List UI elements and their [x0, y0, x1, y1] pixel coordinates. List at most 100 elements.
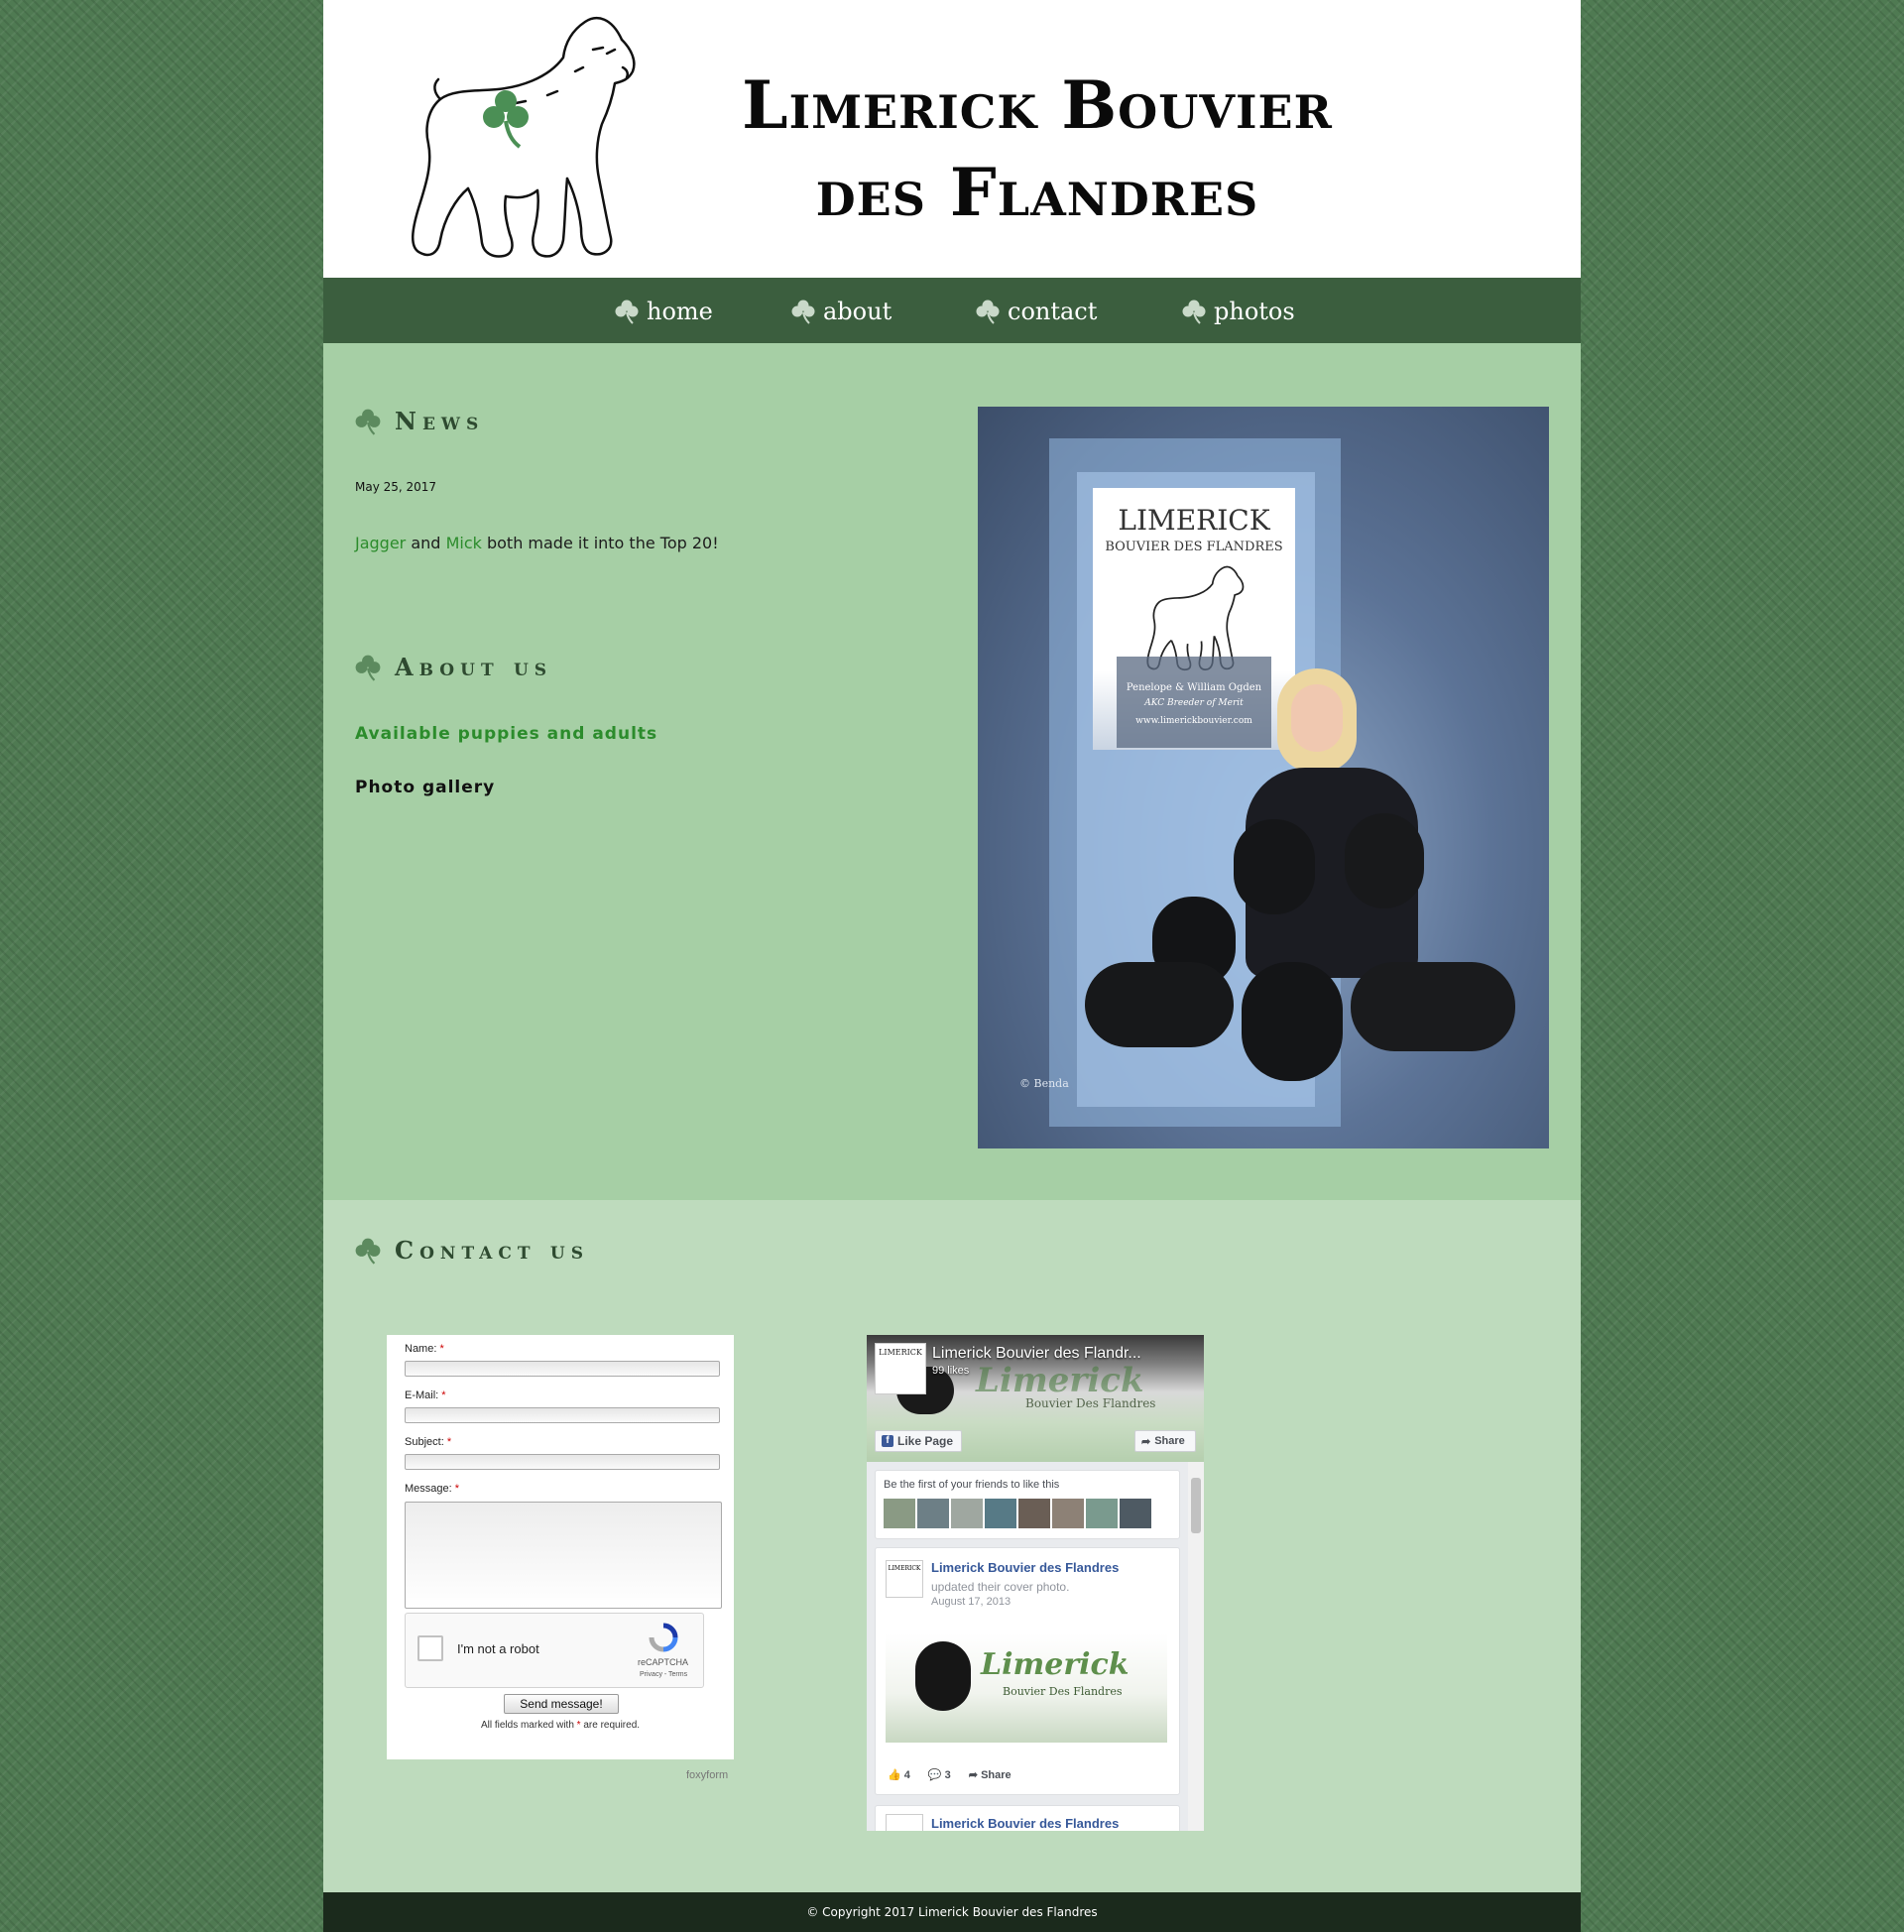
- fb-friends-card: Be the first of your friends to like thi…: [875, 1470, 1180, 1539]
- fb-post-like[interactable]: 👍 4: [888, 1768, 910, 1781]
- fb-post-share[interactable]: ➦ Share: [969, 1768, 1012, 1781]
- share-arrow-icon: ➦: [1141, 1435, 1151, 1448]
- fb-friends-text: Be the first of your friends to like thi…: [884, 1479, 1060, 1491]
- required-mark: *: [439, 1343, 444, 1355]
- required-mark: *: [441, 1389, 446, 1401]
- shamrock-icon: [355, 409, 381, 435]
- fb-like-page-label: Like Page: [897, 1434, 954, 1448]
- fb-post-comment-count: 3: [944, 1769, 951, 1781]
- shamrock-icon: [615, 300, 639, 324]
- contact-section: Contact us Name: * E-Mail: * Subject: * …: [323, 1200, 1581, 1892]
- poster-award: AKC Breeder of Merit: [1144, 698, 1244, 708]
- subject-input[interactable]: [405, 1454, 720, 1470]
- news-link-mick[interactable]: Mick: [446, 534, 482, 552]
- fb-post: LIMERICK Limerick Bouvier des Flandres u…: [875, 1547, 1180, 1795]
- fb-post-share-label: Share: [981, 1769, 1012, 1781]
- required-mark: *: [454, 1483, 460, 1495]
- send-message-button[interactable]: Send message!: [504, 1694, 619, 1714]
- fb-friend-avatar[interactable]: [1018, 1499, 1050, 1528]
- about-heading: About us: [355, 653, 552, 681]
- name-input[interactable]: [405, 1361, 720, 1377]
- poster-puppy: [1242, 962, 1343, 1081]
- facebook-page-widget: Limerick Bouvier Des Flandres LIMERICK L…: [867, 1335, 1204, 1831]
- fb-scrollbar[interactable]: [1188, 1462, 1204, 1831]
- fb-post-actions: 👍 4 💬 3 ➦ Share: [888, 1768, 1012, 1781]
- breeder-poster-image: LIMERICK BOUVIER DES FLANDRES Penelope &…: [978, 407, 1549, 1148]
- fb-friend-avatar[interactable]: [1086, 1499, 1118, 1528]
- news-link-jagger[interactable]: Jagger: [355, 534, 406, 552]
- photo-gallery-link[interactable]: Photo gallery: [355, 778, 495, 797]
- fb-post-image-dog: [915, 1641, 971, 1711]
- poster-puppy: [1351, 962, 1515, 1051]
- available-puppies-link[interactable]: Available puppies and adults: [355, 724, 657, 744]
- message-textarea[interactable]: [405, 1502, 722, 1609]
- email-input[interactable]: [405, 1407, 720, 1423]
- poster-puppy: [1085, 962, 1234, 1047]
- fb-post-comment[interactable]: 💬 3: [928, 1768, 951, 1781]
- name-label: Name: *: [405, 1343, 444, 1355]
- nav-label: contact: [1008, 298, 1098, 325]
- fb-friend-avatar[interactable]: [951, 1499, 983, 1528]
- fb-post-date[interactable]: August 17, 2013: [931, 1596, 1011, 1608]
- fb-friend-avatar[interactable]: [884, 1499, 915, 1528]
- news-text-rest: both made it into the Top 20!: [486, 534, 719, 552]
- fb-post-avatar-text: LIMERICK: [888, 1565, 921, 1572]
- fb-like-page-button[interactable]: f Like Page: [875, 1430, 962, 1452]
- fb-post-author[interactable]: Limerick Bouvier des Flandres: [931, 1560, 1119, 1575]
- message-label-text: Message:: [405, 1483, 452, 1495]
- nav-item-about[interactable]: about: [791, 294, 892, 329]
- thumbs-up-icon: 👍: [888, 1769, 901, 1781]
- nav-item-photos[interactable]: photos: [1182, 294, 1295, 329]
- poster-puppy: [1234, 819, 1315, 914]
- fb-friend-avatar[interactable]: [1120, 1499, 1151, 1528]
- fb-friend-avatar[interactable]: [985, 1499, 1016, 1528]
- about-heading-text: About us: [395, 653, 553, 681]
- contact-form: Name: * E-Mail: * Subject: * Message: * …: [387, 1335, 734, 1759]
- facebook-icon: f: [882, 1435, 893, 1447]
- fb-post-image-sub: Bouvier Des Flandres: [1003, 1685, 1123, 1698]
- copyright-text: © Copyright 2017 Limerick Bouvier des Fl…: [806, 1905, 1098, 1919]
- nav-item-contact[interactable]: contact: [976, 294, 1097, 329]
- fb-page-name[interactable]: Limerick Bouvier des Flandr...: [932, 1345, 1141, 1363]
- poster-credit: © Benda: [1019, 1077, 1069, 1090]
- name-label-text: Name:: [405, 1343, 437, 1355]
- poster-caption-box: Penelope & William Ogden AKC Breeder of …: [1117, 657, 1271, 748]
- fb-friend-avatar[interactable]: [1052, 1499, 1084, 1528]
- fb-friend-avatar[interactable]: [917, 1499, 949, 1528]
- main-content: News May 25, 2017 Jagger and Mick both m…: [323, 343, 1581, 1200]
- nav-label: about: [823, 298, 892, 325]
- fb-page-avatar[interactable]: LIMERICK: [875, 1343, 926, 1394]
- site-header: Limerick Bouvier des Flandres: [323, 0, 1581, 278]
- fb-avatar-text: LIMERICK: [879, 1348, 922, 1357]
- required-note-text: are required.: [583, 1720, 641, 1731]
- fb-post-image[interactable]: Limerick Bouvier Des Flandres: [886, 1633, 1167, 1743]
- fb-post-avatar[interactable]: LIMERICK: [886, 1560, 923, 1598]
- page: Limerick Bouvier des Flandres home about…: [323, 0, 1581, 1932]
- fb-scrollbar-thumb[interactable]: [1191, 1478, 1201, 1533]
- fb-share-label: Share: [1154, 1435, 1185, 1447]
- fb-cover-sub: Bouvier Des Flandres: [1025, 1396, 1156, 1410]
- contact-heading: Contact us: [355, 1236, 589, 1265]
- recaptcha-widget: I'm not a robot reCAPTCHA Privacy - Term…: [405, 1613, 704, 1688]
- nav-label: photos: [1214, 298, 1295, 325]
- comment-icon: 💬: [927, 1769, 942, 1781]
- poster-title: LIMERICK: [1118, 504, 1270, 537]
- fb-post-image-word: Limerick: [981, 1647, 1130, 1682]
- site-footer: © Copyright 2017 Limerick Bouvier des Fl…: [323, 1892, 1581, 1932]
- news-heading-text: News: [395, 407, 485, 435]
- fb-post-author[interactable]: Limerick Bouvier des Flandres: [931, 1816, 1119, 1831]
- nav-item-home[interactable]: home: [615, 294, 713, 329]
- foxyform-link[interactable]: foxyform: [686, 1769, 728, 1781]
- fb-likes-count: 99 likes: [932, 1365, 970, 1377]
- required-note-text: All fields marked with: [480, 1720, 574, 1731]
- recaptcha-links[interactable]: Privacy - Terms: [640, 1671, 687, 1678]
- news-date: May 25, 2017: [355, 480, 437, 494]
- fb-post-avatar[interactable]: [886, 1814, 923, 1831]
- fb-post-next: Limerick Bouvier des Flandres: [875, 1805, 1180, 1831]
- recaptcha-text: I'm not a robot: [457, 1641, 539, 1656]
- recaptcha-checkbox[interactable]: [417, 1635, 443, 1661]
- fb-share-button[interactable]: ➦ Share: [1134, 1430, 1196, 1452]
- poster-woman-face: [1291, 684, 1343, 752]
- recaptcha-brand: reCAPTCHA: [638, 1657, 689, 1667]
- news-heading: News: [355, 407, 484, 435]
